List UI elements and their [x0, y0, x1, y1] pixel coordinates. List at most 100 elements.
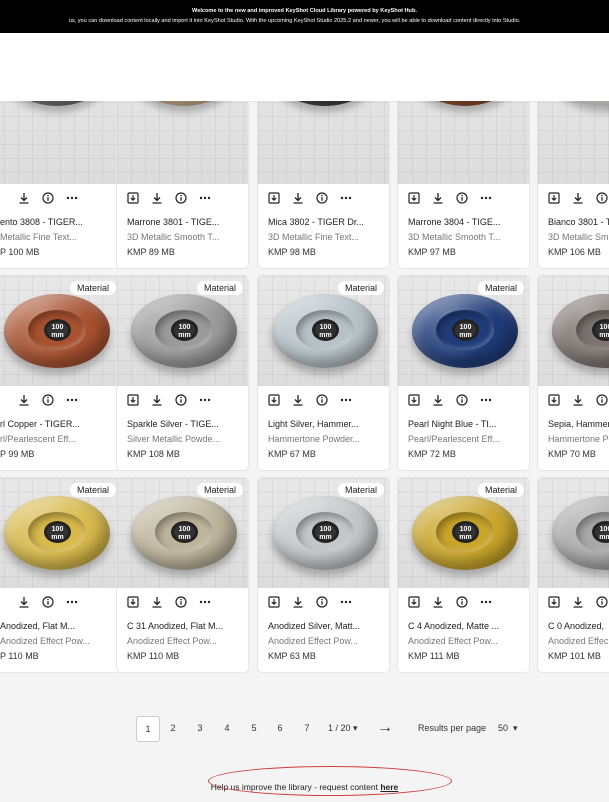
asset-card[interactable]: Bianco 3801 - T 3D Metallic Sm KMP 106 MB — [538, 101, 609, 268]
card-actions — [0, 184, 121, 212]
card-actions — [258, 184, 389, 212]
more-options-icon[interactable] — [199, 596, 211, 608]
download-icon[interactable] — [292, 596, 304, 608]
more-options-icon[interactable] — [199, 192, 211, 204]
asset-card[interactable]: Marrone 3804 - TIGE... 3D Metallic Smooth… — [398, 101, 529, 268]
more-options-icon[interactable] — [480, 596, 492, 608]
asset-card[interactable]: 100 mm Material Light Silver, Hammer... Ham… — [258, 276, 389, 470]
page-1-current[interactable]: 1 — [136, 716, 160, 742]
asset-card[interactable]: Mica 3802 - TIGER Dr... 3D Metallic Fine … — [258, 101, 389, 268]
info-icon[interactable] — [316, 596, 328, 608]
import-to-studio-icon[interactable] — [408, 192, 420, 204]
import-to-studio-icon[interactable] — [548, 596, 560, 608]
info-icon[interactable] — [596, 596, 608, 608]
info-icon[interactable] — [596, 394, 608, 406]
asset-size: KMP 98 MB — [268, 247, 316, 257]
download-icon[interactable] — [18, 596, 30, 608]
asset-card[interactable]: 100 mm Material C 31 Anodized, Flat M... An… — [117, 478, 248, 672]
import-to-studio-icon[interactable] — [268, 394, 280, 406]
download-icon[interactable] — [572, 394, 584, 406]
download-icon[interactable] — [432, 596, 444, 608]
asset-card[interactable]: 100 mm Material Sparkle Silver - TIGE... Si… — [117, 276, 248, 470]
download-icon[interactable] — [18, 394, 30, 406]
import-to-studio-icon[interactable] — [127, 596, 139, 608]
asset-card[interactable]: 100 mm Material rl Copper - TIGER... rl/Pea… — [0, 276, 121, 470]
more-options-icon[interactable] — [480, 192, 492, 204]
info-icon[interactable] — [316, 192, 328, 204]
asset-card[interactable]: 100 mmMaterial C 0 Anodized, Anodized Effe… — [538, 478, 609, 672]
material-thumbnail[interactable]: 100 mmMaterial — [258, 478, 389, 588]
results-per-page-select[interactable]: 50 ▾ — [498, 716, 518, 740]
material-thumbnail[interactable] — [258, 101, 389, 184]
info-icon[interactable] — [316, 394, 328, 406]
download-icon[interactable] — [151, 394, 163, 406]
download-icon[interactable] — [432, 192, 444, 204]
material-thumbnail[interactable]: 100 mmMaterial — [538, 276, 609, 386]
asset-card[interactable]: 100 mm Material Anodized Silver, Matt... An… — [258, 478, 389, 672]
import-to-studio-icon[interactable] — [268, 596, 280, 608]
material-preview-disc: 100 mm — [131, 294, 237, 368]
material-thumbnail[interactable]: 100 mmMaterial — [398, 276, 529, 386]
material-thumbnail[interactable] — [398, 101, 529, 184]
import-to-studio-icon[interactable] — [127, 192, 139, 204]
download-icon[interactable] — [151, 192, 163, 204]
info-icon[interactable] — [456, 192, 468, 204]
asset-card[interactable]: 100 mm Material C 4 Anodized, Matte ... Ano… — [398, 478, 529, 672]
page-6-button[interactable]: 6 — [270, 716, 290, 740]
info-icon[interactable] — [175, 394, 187, 406]
asset-card[interactable]: 100 mm Material Anodized, Flat M... Anodize… — [0, 478, 121, 672]
more-options-icon[interactable] — [340, 192, 352, 204]
asset-card[interactable]: ento 3808 - TIGER... Metallic Fine Text..… — [0, 101, 121, 268]
download-icon[interactable] — [292, 192, 304, 204]
material-thumbnail[interactable] — [117, 101, 248, 184]
material-thumbnail[interactable] — [0, 101, 121, 184]
info-icon[interactable] — [42, 192, 54, 204]
more-options-icon[interactable] — [66, 394, 78, 406]
material-thumbnail[interactable]: 100 mmMaterial — [538, 478, 609, 588]
page-2-button[interactable]: 2 — [163, 716, 183, 740]
download-icon[interactable] — [151, 596, 163, 608]
asset-card[interactable]: 100 mm Material Pearl Night Blue - TI... Pe… — [398, 276, 529, 470]
info-icon[interactable] — [175, 192, 187, 204]
download-icon[interactable] — [18, 192, 30, 204]
info-icon[interactable] — [456, 596, 468, 608]
more-options-icon[interactable] — [340, 596, 352, 608]
page-3-button[interactable]: 3 — [190, 716, 210, 740]
import-to-studio-icon[interactable] — [548, 192, 560, 204]
download-icon[interactable] — [572, 596, 584, 608]
material-thumbnail[interactable]: 100 mmMaterial — [117, 276, 248, 386]
next-page-arrow-icon[interactable]: → — [377, 716, 393, 740]
material-thumbnail[interactable]: 100 mmMaterial — [117, 478, 248, 588]
material-thumbnail[interactable]: 100 mmMaterial — [0, 478, 121, 588]
page-4-button[interactable]: 4 — [217, 716, 237, 740]
download-icon[interactable] — [572, 192, 584, 204]
material-thumbnail[interactable]: 100 mmMaterial — [258, 276, 389, 386]
asset-card[interactable]: Marrone 3801 - TIGE... 3D Metallic Smooth… — [117, 101, 248, 268]
info-icon[interactable] — [456, 394, 468, 406]
more-options-icon[interactable] — [480, 394, 492, 406]
import-to-studio-icon[interactable] — [548, 394, 560, 406]
more-options-icon[interactable] — [66, 596, 78, 608]
import-to-studio-icon[interactable] — [127, 394, 139, 406]
more-options-icon[interactable] — [66, 192, 78, 204]
more-options-icon[interactable] — [199, 394, 211, 406]
page-total-dropdown[interactable]: 1 / 20 ▾ — [328, 716, 358, 740]
page-7-button[interactable]: 7 — [297, 716, 317, 740]
download-icon[interactable] — [292, 394, 304, 406]
material-thumbnail[interactable] — [538, 101, 609, 184]
info-icon[interactable] — [175, 596, 187, 608]
download-icon[interactable] — [432, 394, 444, 406]
disc-hub-label: 100 mm — [312, 521, 339, 543]
info-icon[interactable] — [42, 394, 54, 406]
info-icon[interactable] — [596, 192, 608, 204]
import-to-studio-icon[interactable] — [408, 394, 420, 406]
import-to-studio-icon[interactable] — [268, 192, 280, 204]
asset-card[interactable]: 100 mmMaterial Sepia, Hammer Hammertone Po… — [538, 276, 609, 470]
import-to-studio-icon[interactable] — [408, 596, 420, 608]
material-thumbnail[interactable]: 100 mmMaterial — [0, 276, 121, 386]
material-thumbnail[interactable]: 100 mmMaterial — [398, 478, 529, 588]
card-actions — [258, 588, 389, 616]
info-icon[interactable] — [42, 596, 54, 608]
more-options-icon[interactable] — [340, 394, 352, 406]
page-5-button[interactable]: 5 — [244, 716, 264, 740]
